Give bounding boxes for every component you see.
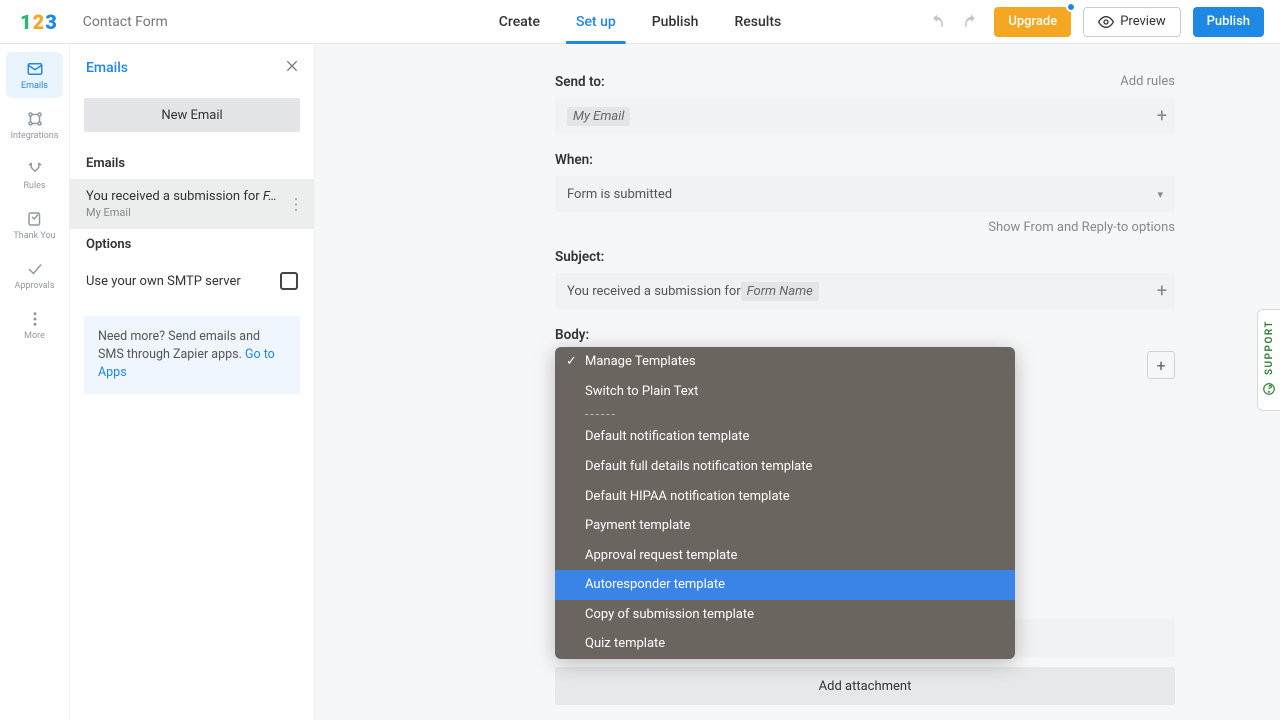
support-tab[interactable]: SUPPORT bbox=[1257, 309, 1280, 411]
upgrade-button[interactable]: Upgrade bbox=[994, 7, 1071, 37]
tab-publish[interactable]: Publish bbox=[634, 0, 717, 43]
email-item-title: You received a submission for F… bbox=[86, 189, 278, 204]
undo-icon[interactable] bbox=[926, 11, 948, 33]
subject-label: Subject: bbox=[555, 249, 604, 265]
notification-dot bbox=[1066, 2, 1076, 12]
menu-manage-templates[interactable]: Manage Templates bbox=[555, 347, 1015, 377]
recipient-chip[interactable]: My Email bbox=[567, 107, 630, 126]
thankyou-icon bbox=[26, 210, 44, 228]
top-bar: 123 Contact Form Create Set up Publish R… bbox=[0, 0, 1280, 44]
rail-approvals[interactable]: Approvals bbox=[6, 252, 63, 298]
rail-integrations[interactable]: Integrations bbox=[6, 102, 63, 148]
rail-label: Approvals bbox=[14, 281, 54, 291]
email-list-item[interactable]: You received a submission for F… My Emai… bbox=[70, 179, 314, 229]
approvals-icon bbox=[26, 260, 44, 278]
rail-label: Rules bbox=[23, 181, 45, 191]
kebab-icon[interactable]: ⋮ bbox=[288, 195, 304, 214]
when-value: Form is submitted bbox=[567, 187, 672, 202]
menu-hipaa[interactable]: Default HIPAA notification template bbox=[555, 482, 1015, 512]
menu-copy-submission[interactable]: Copy of submission template bbox=[555, 600, 1015, 630]
rail-thankyou[interactable]: Thank You bbox=[6, 202, 63, 248]
upgrade-label: Upgrade bbox=[1008, 14, 1057, 29]
send-to-label: Send to: bbox=[555, 74, 605, 90]
tab-setup[interactable]: Set up bbox=[558, 0, 634, 43]
rail-label: Integrations bbox=[11, 131, 59, 141]
options-section-label: Options bbox=[70, 229, 314, 260]
body-label: Body: bbox=[555, 327, 589, 343]
template-dropdown-menu: Manage Templates Switch to Plain Text --… bbox=[555, 347, 1015, 659]
rail-label: Thank You bbox=[13, 231, 55, 241]
support-label: SUPPORT bbox=[1264, 320, 1275, 375]
menu-default-notification[interactable]: Default notification template bbox=[555, 422, 1015, 452]
when-label: When: bbox=[555, 152, 593, 168]
left-rail: Emails Integrations Rules Thank You Appr… bbox=[0, 44, 70, 720]
redo-icon[interactable] bbox=[960, 11, 982, 33]
tab-create[interactable]: Create bbox=[481, 0, 558, 43]
add-rules-link[interactable]: Add rules bbox=[1120, 74, 1175, 90]
when-dropdown[interactable]: Form is submitted bbox=[555, 176, 1175, 212]
eye-icon bbox=[1098, 14, 1114, 30]
panel-title: Emails bbox=[86, 60, 128, 76]
form-name[interactable]: Contact Form bbox=[83, 14, 168, 30]
add-subject-var-icon[interactable]: + bbox=[1157, 281, 1167, 302]
menu-quiz[interactable]: Quiz template bbox=[555, 629, 1015, 659]
menu-payment[interactable]: Payment template bbox=[555, 511, 1015, 541]
close-icon[interactable] bbox=[284, 58, 300, 78]
top-actions: Upgrade Preview Publish bbox=[926, 7, 1280, 37]
smtp-checkbox[interactable] bbox=[280, 272, 298, 290]
rail-label: More bbox=[24, 331, 45, 341]
emails-section-label: Emails bbox=[70, 148, 314, 179]
preview-button[interactable]: Preview bbox=[1083, 7, 1180, 37]
tab-results[interactable]: Results bbox=[716, 0, 799, 43]
support-icon bbox=[1262, 381, 1276, 400]
subject-field[interactable]: You received a submission for Form Name … bbox=[555, 273, 1175, 309]
add-body-var-icon[interactable]: + bbox=[1147, 351, 1175, 379]
more-icon bbox=[26, 310, 44, 328]
nav-tabs: Create Set up Publish Results bbox=[481, 0, 799, 43]
subject-text: You received a submission for bbox=[567, 284, 741, 299]
smtp-option[interactable]: Use your own SMTP server bbox=[70, 260, 314, 302]
add-attachment-button[interactable]: Add attachment bbox=[555, 667, 1175, 705]
menu-full-details[interactable]: Default full details notification templa… bbox=[555, 452, 1015, 482]
rail-emails[interactable]: Emails bbox=[6, 52, 63, 98]
publish-button[interactable]: Publish bbox=[1193, 7, 1264, 37]
promo-text: Need more? Send emails and SMS through Z… bbox=[98, 329, 260, 362]
add-recipient-icon[interactable]: + bbox=[1157, 106, 1167, 127]
logo[interactable]: 123 bbox=[20, 10, 57, 34]
mail-icon bbox=[26, 60, 44, 78]
menu-separator: ------ bbox=[555, 406, 1015, 422]
new-email-button[interactable]: New Email bbox=[84, 98, 300, 132]
rail-more[interactable]: More bbox=[6, 302, 63, 348]
menu-approval[interactable]: Approval request template bbox=[555, 541, 1015, 571]
promo-box: Need more? Send emails and SMS through Z… bbox=[84, 316, 300, 394]
email-item-recipient: My Email bbox=[86, 206, 278, 219]
preview-label: Preview bbox=[1120, 14, 1165, 29]
menu-autoresponder[interactable]: Autoresponder template bbox=[555, 570, 1015, 600]
smtp-label: Use your own SMTP server bbox=[86, 274, 241, 289]
send-to-field[interactable]: My Email + bbox=[555, 98, 1175, 134]
emails-panel: Emails New Email Emails You received a s… bbox=[70, 44, 315, 720]
rail-label: Emails bbox=[21, 81, 48, 91]
show-from-reply-link[interactable]: Show From and Reply-to options bbox=[555, 220, 1175, 235]
menu-switch-plain[interactable]: Switch to Plain Text bbox=[555, 377, 1015, 407]
rail-rules[interactable]: Rules bbox=[6, 152, 63, 198]
main-editor: Send to: Add rules My Email + When: Form… bbox=[315, 44, 1280, 720]
subject-token[interactable]: Form Name bbox=[741, 282, 819, 301]
rules-icon bbox=[26, 160, 44, 178]
integrations-icon bbox=[26, 110, 44, 128]
